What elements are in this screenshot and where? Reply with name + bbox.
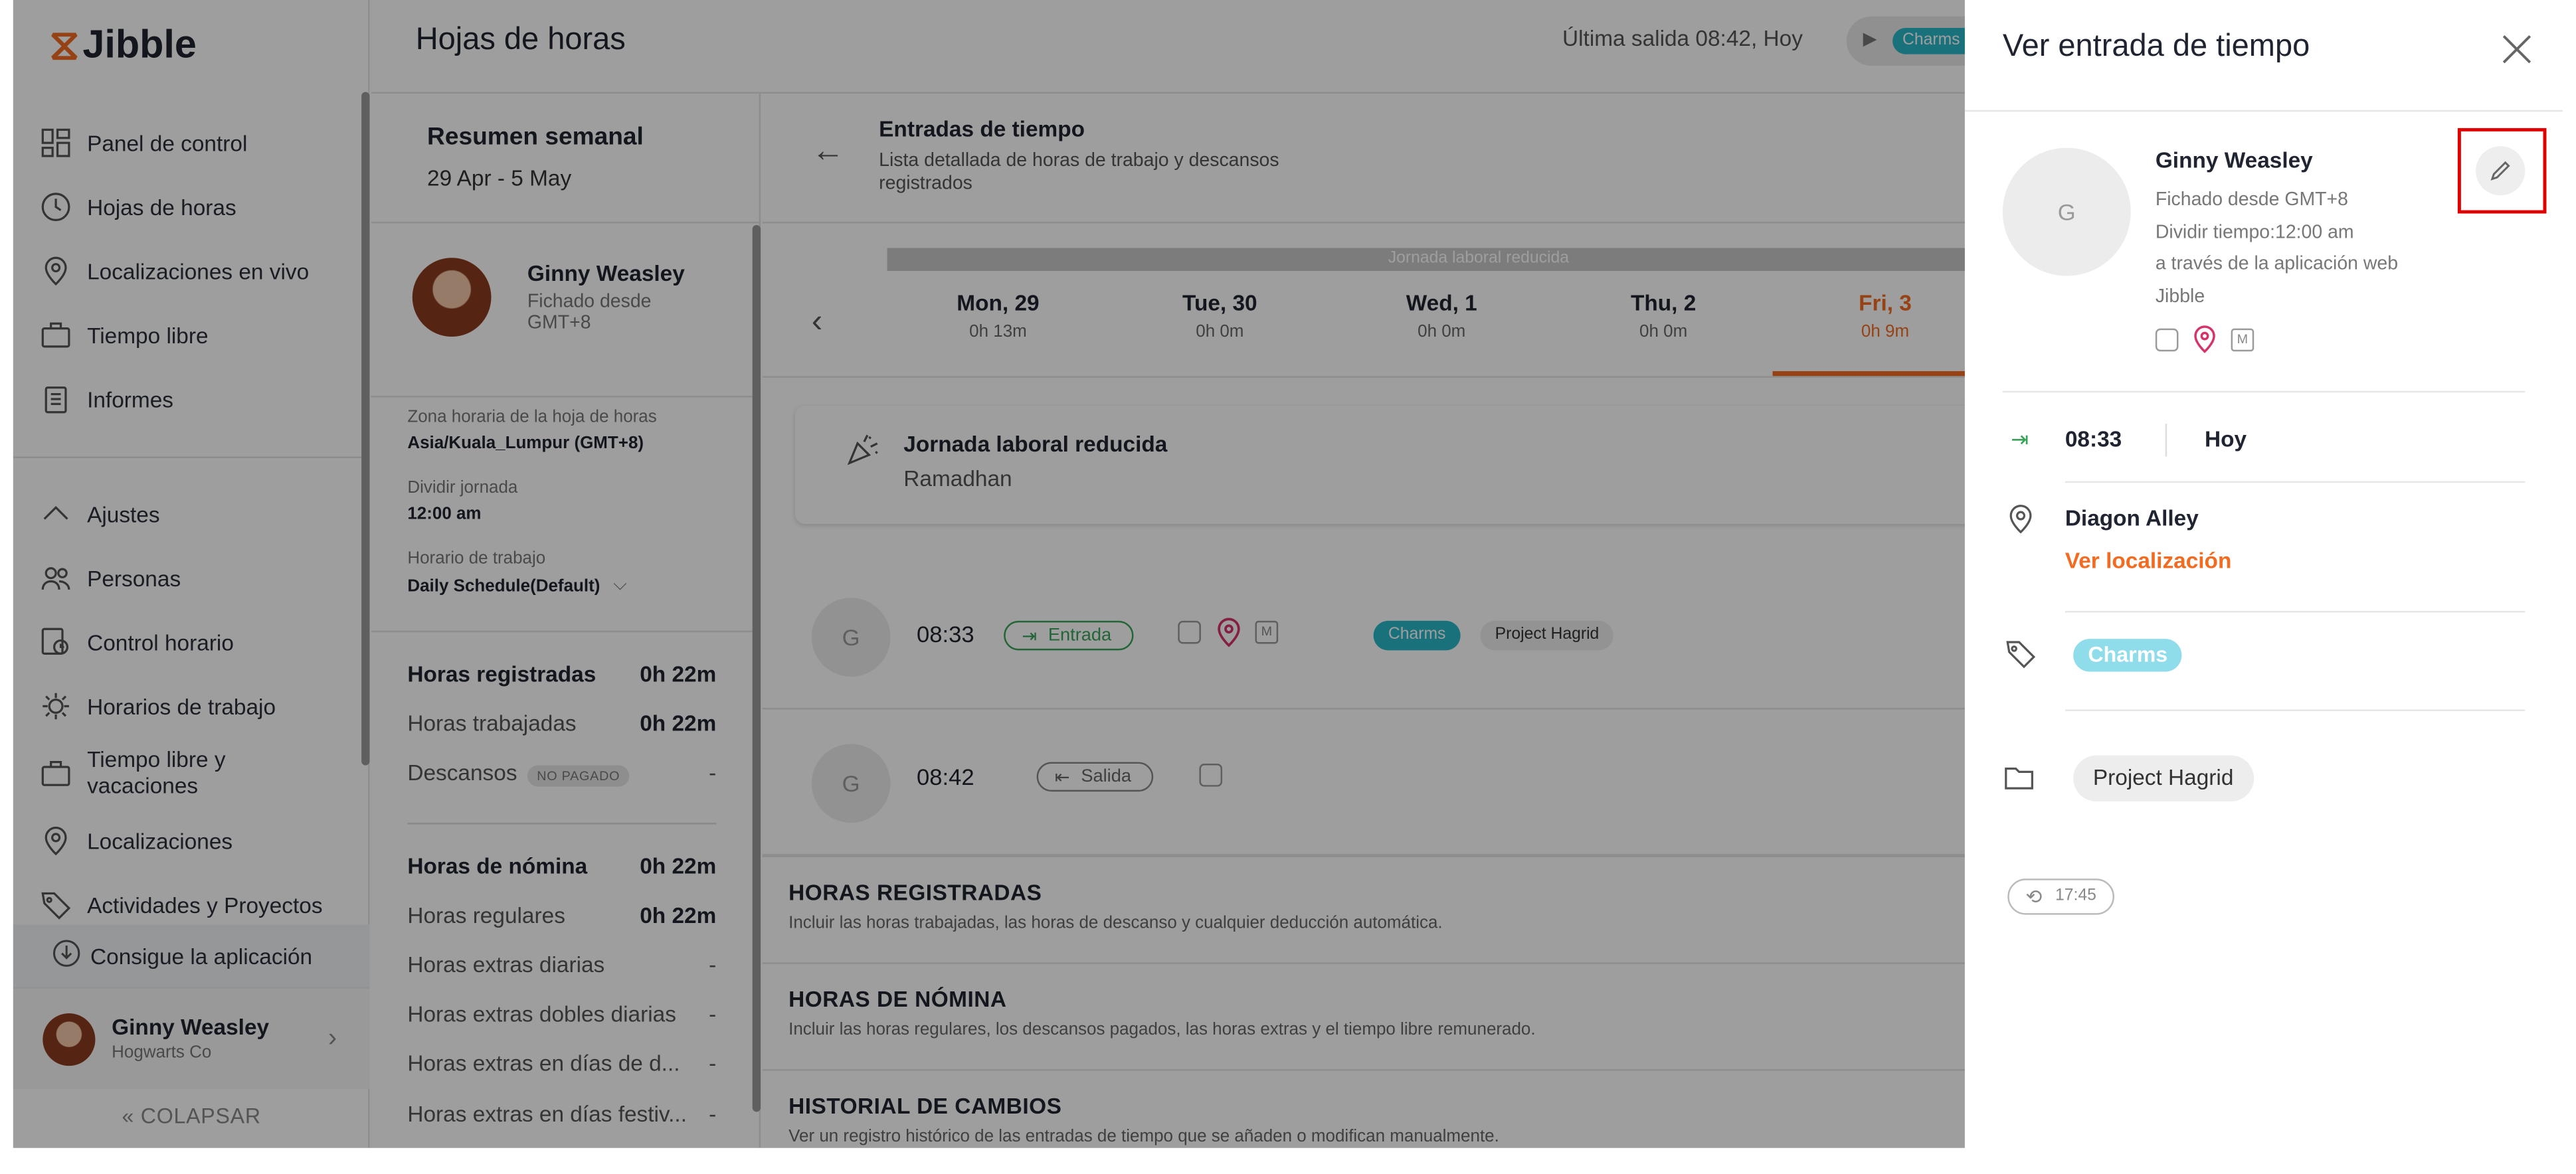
view-location-link[interactable]: Ver localización [2065, 548, 2232, 573]
view-time-entry-drawer: Ver entrada de tiempo G Ginny Weasley Fi… [1964, 0, 2563, 1148]
avatar: G [2002, 147, 2131, 276]
divider [2002, 390, 2526, 393]
tag-icon [2006, 641, 2036, 669]
created-timestamp: ⟲ 17:45 [2007, 879, 2115, 915]
edit-button[interactable] [2476, 146, 2526, 196]
modal-backdrop[interactable] [13, 0, 1965, 1148]
entry-meta: Fichado desde GMT+8 Dividir tiempo:12:00… [2156, 185, 2443, 313]
meta-timezone: Fichado desde GMT+8 [2155, 190, 2348, 210]
location-name: Diagon Alley [2065, 505, 2199, 531]
divider [2065, 709, 2526, 711]
web-app-icon [2155, 327, 2179, 351]
divider [2065, 481, 2526, 483]
entry-source-icons: M [2155, 325, 2254, 353]
entry-time: 08:33 [2065, 427, 2122, 452]
location-pin-icon [2194, 325, 2215, 353]
divider [1964, 110, 2563, 112]
clock-in-icon: ⇥ [2011, 427, 2029, 452]
close-icon[interactable] [2499, 31, 2535, 67]
pencil-icon [2490, 161, 2510, 181]
stamp-time: 17:45 [2055, 886, 2096, 905]
divider [2165, 424, 2167, 457]
folder-icon [2005, 767, 2033, 790]
entry-day: Hoy [2205, 427, 2247, 452]
location-pin-icon [2009, 505, 2032, 534]
manual-icon: M [2231, 327, 2254, 351]
screen: ⧖ Jibble Panel de control Hojas de horas… [0, 0, 2576, 1161]
divider [2065, 611, 2526, 613]
history-icon: ⟲ [2025, 885, 2043, 908]
activity-tag: Charms [2073, 639, 2183, 672]
meta-split: Dividir tiempo:12:00 am [2155, 222, 2354, 242]
project-tag: Project Hagrid [2073, 755, 2254, 801]
meta-via: a través de la aplicación web Jibble [2155, 254, 2399, 307]
member-name: Ginny Weasley [2155, 147, 2313, 173]
drawer-title: Ver entrada de tiempo [2002, 29, 2310, 64]
